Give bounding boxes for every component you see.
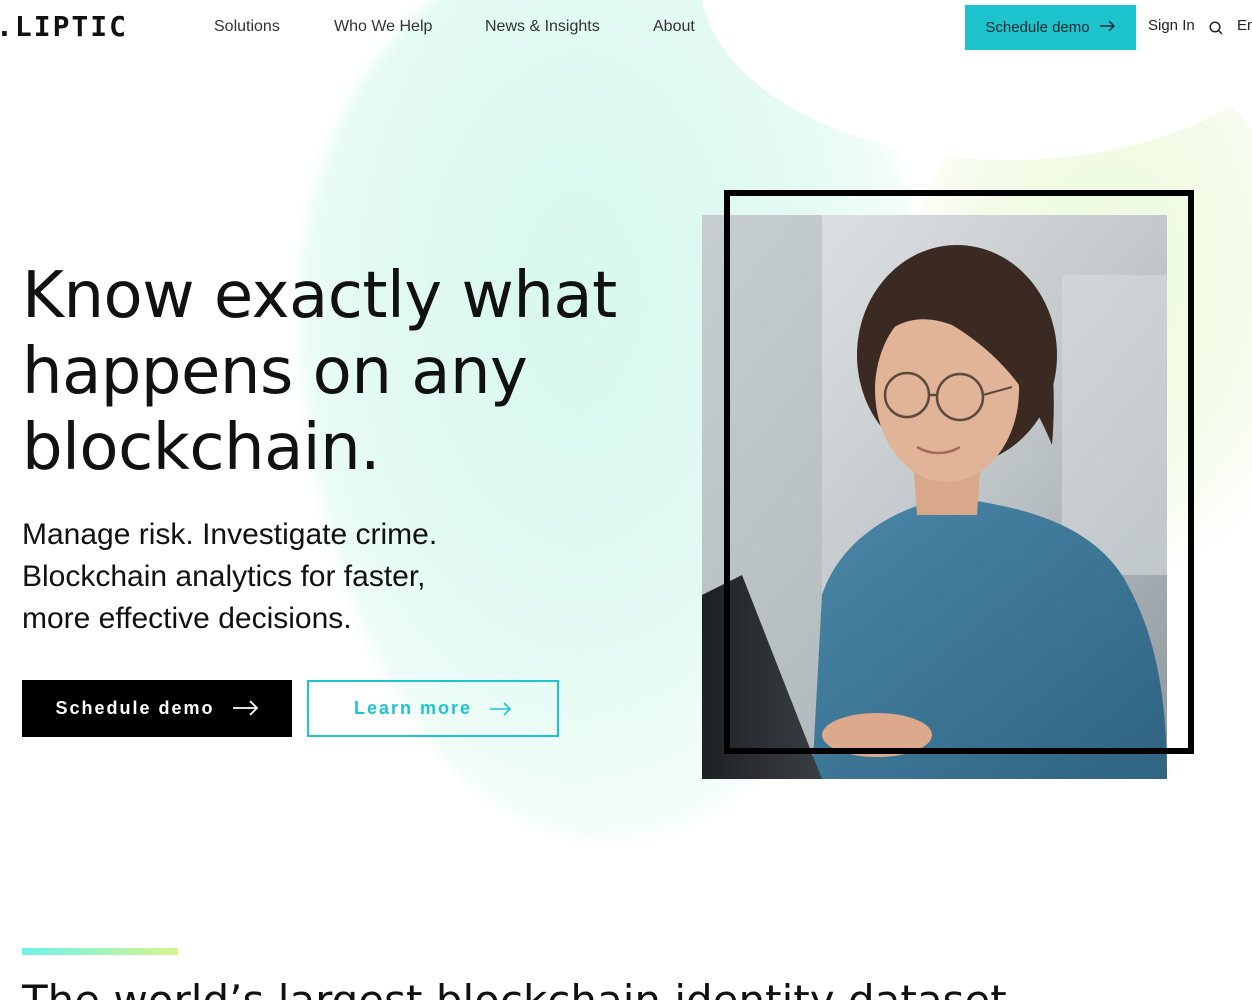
- sign-in-link[interactable]: Sign In: [1148, 17, 1195, 34]
- hero-title-start: Know: [22, 259, 214, 333]
- learn-more-button[interactable]: Learn more: [307, 680, 559, 737]
- logo[interactable]: .LIPTIC: [0, 12, 128, 42]
- hero-subtitle: Manage risk. Investigate crime. Blockcha…: [22, 518, 438, 635]
- nav-schedule-demo-label: Schedule demo: [985, 19, 1090, 36]
- hero-title: Know exactly what happens on any blockch…: [22, 258, 682, 486]
- section-accent-bar: [22, 948, 178, 955]
- hero-photo: [702, 215, 1167, 779]
- learn-more-label: Learn more: [353, 698, 473, 718]
- page: .LIPTIC Solutions Who We Help News & Ins…: [0, 0, 1252, 1000]
- nav-link-solutions[interactable]: Solutions: [214, 17, 280, 37]
- schedule-demo-label: Schedule demo: [55, 698, 215, 718]
- nav-link-about[interactable]: About: [653, 17, 695, 37]
- language-selector[interactable]: En: [1237, 17, 1252, 34]
- hero-title-highlight: exactly: [213, 259, 444, 333]
- nav-link-news-insights[interactable]: News & Insights: [485, 17, 600, 37]
- top-navigation: .LIPTIC Solutions Who We Help News & Ins…: [0, 0, 1252, 56]
- arrow-right-icon: [490, 696, 512, 722]
- section-title: The world’s largest blockchain identity …: [22, 976, 1007, 1000]
- nav-schedule-demo-button[interactable]: Schedule demo: [965, 5, 1136, 50]
- arrow-right-icon: [232, 696, 259, 722]
- search-icon[interactable]: [1209, 20, 1223, 35]
- nav-link-who-we-help[interactable]: Who We Help: [334, 17, 432, 37]
- arrow-right-icon: [1099, 19, 1116, 37]
- schedule-demo-button[interactable]: Schedule demo: [22, 680, 292, 737]
